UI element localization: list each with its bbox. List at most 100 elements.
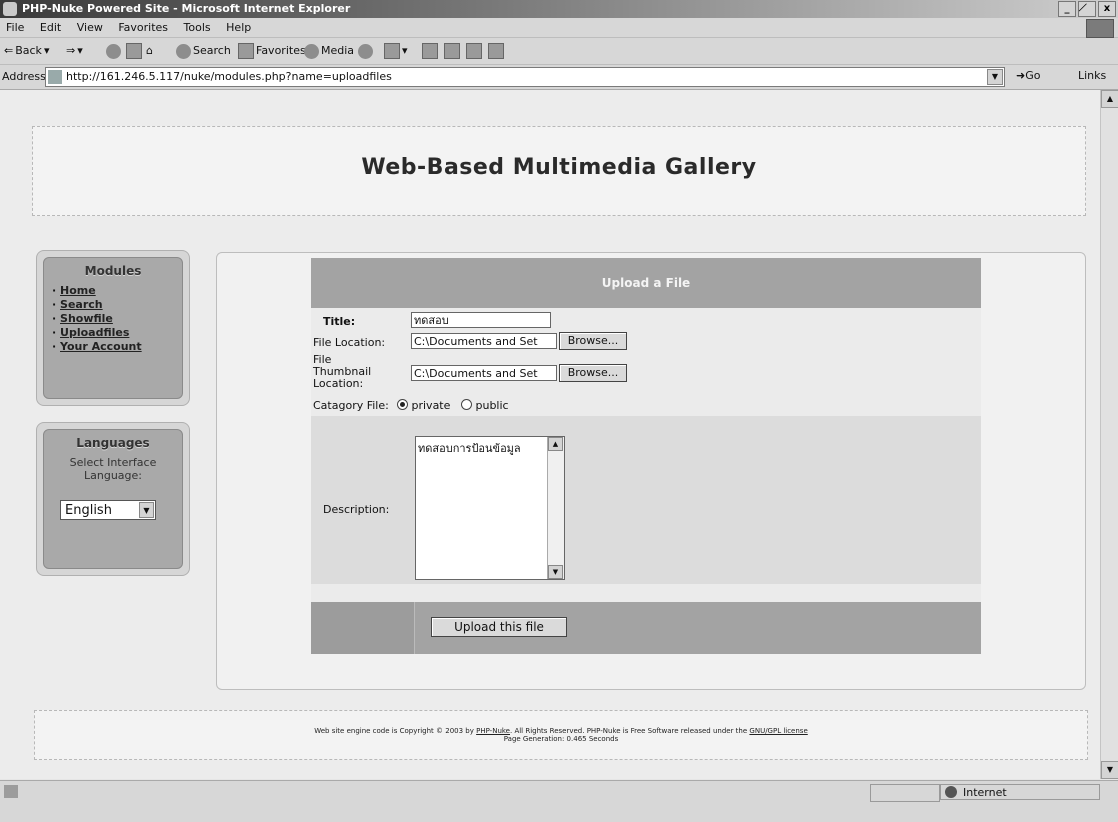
scroll-down-icon[interactable]: ▼ <box>548 565 563 579</box>
print-icon <box>422 43 438 59</box>
languages-title: Languages <box>76 436 150 450</box>
module-link-showfile[interactable]: Showfile <box>60 312 113 325</box>
module-link-home[interactable]: Home <box>60 284 96 297</box>
module-link-search[interactable]: Search <box>60 298 103 311</box>
module-link-your-account[interactable]: Your Account <box>60 340 142 353</box>
modules-panel: Modules · Home · Search · Showfile · Upl… <box>43 257 183 399</box>
browse-thumbnail-button[interactable]: Browse... <box>559 364 627 382</box>
history-button[interactable] <box>358 42 373 60</box>
history-icon <box>358 43 373 59</box>
menu-favorites[interactable]: Favorites <box>112 18 174 37</box>
discuss-icon <box>466 43 482 59</box>
page-status-icon <box>4 785 18 798</box>
description-row <box>311 416 981 584</box>
back-button[interactable]: ⇐ Back ▾ <box>4 42 49 60</box>
mail-button[interactable]: ▾ <box>384 42 408 60</box>
title-input[interactable]: ทดสอบ <box>411 312 551 328</box>
status-cells <box>870 784 940 802</box>
address-input[interactable]: http://161.246.5.117/nuke/modules.php?na… <box>45 67 1005 87</box>
category-public-option[interactable]: public <box>461 399 509 412</box>
thumbnail-location-input[interactable]: C:\Documents and Set <box>411 365 557 381</box>
category-private-option[interactable]: private <box>397 399 450 412</box>
back-arrow-icon: ⇐ <box>4 44 14 57</box>
scroll-up-icon[interactable]: ▲ <box>548 437 563 451</box>
go-button[interactable]: ➜Go <box>1016 69 1040 82</box>
refresh-icon <box>126 43 142 59</box>
close-button[interactable]: x <box>1098 1 1116 17</box>
menu-bar: File Edit View Favorites Tools Help <box>0 18 1118 38</box>
browser-toolbar: ⇐ Back ▾ ⇒ ▾ ⌂ Search Favorites Media ▾ <box>0 38 1118 65</box>
status-bar: Internet <box>0 780 1118 822</box>
list-item: · Showfile <box>52 312 113 325</box>
minimize-button[interactable]: _ <box>1058 1 1076 17</box>
file-location-label: File Location: <box>313 336 386 349</box>
scroll-up-icon[interactable]: ▲ <box>1101 90 1118 108</box>
media-label: Media <box>321 44 355 57</box>
site-footer: Web site engine code is Copyright © 2003… <box>34 710 1088 760</box>
list-item: · Home <box>52 284 96 297</box>
chevron-down-icon: ▾ <box>402 44 408 57</box>
file-location-input[interactable]: C:\Documents and Set <box>411 333 557 349</box>
links-button[interactable]: Links <box>1078 69 1106 82</box>
discuss-button[interactable] <box>466 42 482 60</box>
home-icon: ⌂ <box>146 44 153 57</box>
forward-button[interactable]: ⇒ ▾ <box>66 42 83 60</box>
print-button[interactable] <box>422 42 438 60</box>
menu-file[interactable]: File <box>0 18 30 37</box>
scroll-down-icon[interactable]: ▼ <box>1101 761 1118 779</box>
phpnuke-link[interactable]: PHP-Nuke <box>476 727 510 735</box>
upload-submit-button[interactable]: Upload this file <box>431 617 567 637</box>
browse-file-button[interactable]: Browse... <box>559 332 627 350</box>
submit-row: Upload this file <box>311 602 981 654</box>
go-arrow-icon: ➜ <box>1016 69 1026 82</box>
media-icon <box>304 43 319 59</box>
submit-row-spacer <box>311 602 415 654</box>
address-label: Address <box>2 70 46 83</box>
footer-text-2: . All Rights Reserved. PHP-Nuke is Free … <box>510 727 748 735</box>
forward-arrow-icon: ⇒ <box>66 44 76 57</box>
public-radio[interactable] <box>461 399 472 410</box>
messenger-icon <box>488 43 504 59</box>
search-label: Search <box>193 44 231 57</box>
menu-view[interactable]: View <box>71 18 109 37</box>
upload-form: Title: ทดสอบ File Location: C:\Documents… <box>311 308 981 602</box>
media-button[interactable]: Media <box>304 42 354 60</box>
search-button[interactable]: Search <box>176 42 231 60</box>
menu-help[interactable]: Help <box>220 18 257 37</box>
go-label: Go <box>1025 69 1041 82</box>
menu-tools[interactable]: Tools <box>178 18 217 37</box>
footer-page-generation: Page Generation: 0.465 Seconds <box>503 735 619 743</box>
languages-panel: Languages Select Interface Language: Eng… <box>43 429 183 569</box>
chevron-down-icon[interactable]: ▼ <box>987 69 1003 85</box>
search-icon <box>176 43 191 59</box>
description-textarea[interactable]: ทดสอบการป้อนข้อมูล ▲ ▼ <box>415 436 565 580</box>
languages-prompt: Select Interface Language: <box>69 456 157 482</box>
textarea-scrollbar[interactable]: ▲ ▼ <box>547 437 564 579</box>
home-button[interactable]: ⌂ <box>146 42 153 60</box>
address-bar: Address http://161.246.5.117/nuke/module… <box>0 65 1118 90</box>
language-select[interactable]: English ▼ <box>60 500 156 520</box>
edit-button[interactable] <box>444 42 460 60</box>
stop-icon <box>106 43 121 59</box>
footer-text-1: Web site engine code is Copyright © 2003… <box>314 727 474 735</box>
module-link-uploadfiles[interactable]: Uploadfiles <box>60 326 129 339</box>
list-item: · Uploadfiles <box>52 326 130 339</box>
favorites-button[interactable]: Favorites <box>238 42 306 60</box>
mail-icon <box>384 43 400 59</box>
modules-block: Modules · Home · Search · Showfile · Upl… <box>36 250 190 406</box>
messenger-button[interactable] <box>488 42 504 60</box>
upload-header: Upload a File <box>311 258 981 308</box>
page-scrollbar[interactable]: ▲ ▼ <box>1100 90 1118 779</box>
list-item: · Your Account <box>52 340 142 353</box>
maximize-button[interactable]: ̸ <box>1078 1 1096 17</box>
private-radio[interactable] <box>397 399 408 410</box>
chevron-down-icon[interactable]: ▼ <box>139 502 154 518</box>
license-link[interactable]: GNU/GPL license <box>749 727 807 735</box>
stop-button[interactable] <box>106 42 121 60</box>
chevron-down-icon: ▾ <box>43 44 50 57</box>
category-label: Catagory File: <box>313 399 389 412</box>
menu-edit[interactable]: Edit <box>34 18 67 37</box>
description-label: Description: <box>323 503 390 516</box>
favorites-icon <box>238 43 254 59</box>
refresh-button[interactable] <box>126 42 142 60</box>
